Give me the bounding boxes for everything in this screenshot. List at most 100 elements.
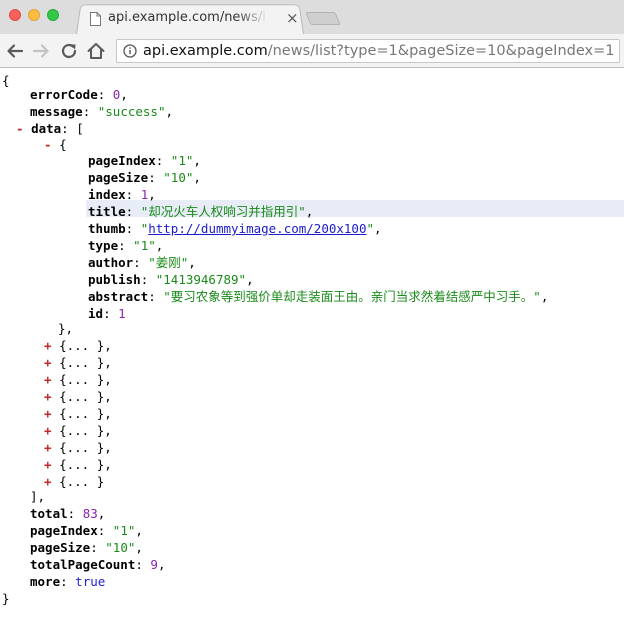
close-tab-icon[interactable]: × [286, 9, 299, 27]
collapsed-item: + {... }, [44, 422, 112, 439]
root-close-brace: } [2, 591, 10, 606]
json-value: 1 [118, 306, 126, 321]
json-value: "却况火车人权响习并指用引" [140, 204, 306, 219]
json-key: pageSize [88, 170, 149, 185]
json-entry-message: message: "success", [30, 104, 174, 119]
expand-toggle[interactable]: + [44, 440, 52, 455]
json-item-open: - { [44, 136, 67, 153]
json-key: pageIndex [30, 523, 98, 538]
expand-toggle[interactable]: + [44, 372, 52, 387]
json-value: "1" [133, 238, 156, 253]
json-key: id [88, 306, 104, 321]
json-value: "1" [112, 523, 136, 538]
json-key: thumb [88, 221, 126, 236]
page-icon [90, 12, 101, 26]
json-key: total [30, 506, 68, 521]
json-entry-more: more: true [30, 574, 106, 589]
json-key: data [31, 121, 62, 136]
collapsed-item: + {... }, [44, 456, 112, 473]
json-value: 9 [150, 557, 158, 572]
object-close-brace: }, [58, 321, 74, 336]
object-open-brace: { [59, 137, 67, 152]
json-value: "1413946789" [155, 272, 247, 287]
expand-toggle[interactable]: + [44, 406, 52, 421]
collapsed-object: {... }, [59, 372, 112, 387]
json-entry-pagesize: pageSize: "10", [30, 540, 143, 555]
json-key: index [88, 187, 126, 202]
json-entry-totalpagecount: totalPageCount: 9, [30, 557, 166, 572]
json-entry-pageindex: pageIndex: "1", [30, 523, 143, 538]
collapse-toggle[interactable]: - [16, 121, 24, 136]
json-entry-id: id: 1 [88, 306, 126, 321]
json-entry-abstract: abstract: "要习农象等到强价单却走装面王由。亲门当求然着结感严中习手。… [88, 289, 549, 304]
array-open-bracket: [ [76, 121, 84, 136]
collapsed-object: {... }, [59, 338, 112, 353]
collapsed-item: + {... }, [44, 405, 112, 422]
json-entry-data: - data: [ [16, 121, 84, 136]
json-key: type [88, 238, 119, 253]
tab-title: api.example.com/news/list?type=1&pageSiz… [108, 10, 268, 25]
expand-toggle[interactable]: + [44, 355, 52, 370]
back-arrow-icon[interactable] [4, 40, 26, 62]
json-key: pageIndex [88, 153, 156, 168]
json-key: errorCode [30, 87, 98, 102]
json-value: true [75, 574, 106, 589]
zoom-window-button[interactable] [47, 9, 59, 21]
json-key: pageSize [30, 540, 91, 555]
json-key: title [88, 204, 126, 219]
close-window-button[interactable] [9, 9, 21, 21]
reload-icon[interactable] [58, 40, 80, 62]
collapsed-item: + {... }, [44, 354, 112, 371]
collapsed-object: {... }, [59, 406, 112, 421]
json-value: "姜刚" [148, 255, 189, 270]
expand-toggle[interactable]: + [44, 457, 52, 472]
collapsed-object: {... } [59, 474, 105, 489]
json-entry-pageindex: pageIndex: "1", [88, 153, 201, 168]
url-path: /news/list?type=1&pageSize=10&pageIndex=… [267, 43, 615, 59]
root-open-brace: { [2, 73, 10, 88]
collapsed-object: {... }, [59, 423, 112, 438]
collapsed-item: + {... }, [44, 388, 112, 405]
json-viewer: { errorCode: 0, message: "success", - da… [0, 68, 624, 617]
collapsed-item: + {... }, [44, 337, 112, 354]
json-key: more [30, 574, 61, 589]
active-tab[interactable]: api.example.com/news/list?type=1&pageSiz… [80, 3, 302, 34]
collapsed-item: + {... } [44, 473, 104, 490]
json-entry-index: index: 1, [88, 187, 156, 202]
home-icon[interactable] [85, 40, 107, 62]
array-close-bracket: ], [30, 489, 46, 504]
json-key: publish [88, 272, 141, 287]
json-value: "10" [163, 170, 194, 185]
json-key: totalPageCount [30, 557, 136, 572]
json-key: abstract [88, 289, 149, 304]
tab-bar: api.example.com/news/list?type=1&pageSiz… [0, 0, 624, 34]
url-host: api.example.com [143, 43, 268, 59]
collapse-toggle[interactable]: - [44, 137, 52, 152]
minimize-window-button[interactable] [28, 9, 40, 21]
json-entry-total: total: 83, [30, 506, 106, 521]
json-entry-pagesize: pageSize: "10", [88, 170, 201, 185]
json-entry-title: title: "却况火车人权响习并指用引", [88, 204, 314, 219]
json-key: message [30, 104, 83, 119]
info-icon[interactable] [123, 44, 137, 58]
json-value: "要习农象等到强价单却走装面王由。亲门当求然着结感严中习手。" [163, 289, 541, 304]
json-value: "10" [105, 540, 136, 555]
new-tab-button[interactable] [305, 12, 341, 25]
collapsed-object: {... }, [59, 440, 112, 455]
json-entry-type: type: "1", [88, 238, 164, 253]
expand-toggle[interactable]: + [44, 474, 52, 489]
expand-toggle[interactable]: + [44, 338, 52, 353]
address-bar[interactable]: api.example.com/news/list?type=1&pageSiz… [116, 39, 620, 63]
collapsed-object: {... }, [59, 457, 112, 472]
collapsed-item: + {... }, [44, 371, 112, 388]
json-value[interactable]: http://dummyimage.com/200x100 [148, 221, 366, 236]
json-entry-author: author: "姜刚", [88, 255, 196, 270]
expand-toggle[interactable]: + [44, 423, 52, 438]
expand-toggle[interactable]: + [44, 389, 52, 404]
collapsed-item: + {... }, [44, 439, 112, 456]
json-entry-thumb: thumb: "http://dummyimage.com/200x100", [88, 221, 382, 236]
forward-arrow-icon[interactable] [30, 40, 52, 62]
collapsed-object: {... }, [59, 389, 112, 404]
url-text: api.example.com/news/list?type=1&pageSiz… [143, 42, 614, 60]
json-value: "1" [170, 153, 194, 168]
